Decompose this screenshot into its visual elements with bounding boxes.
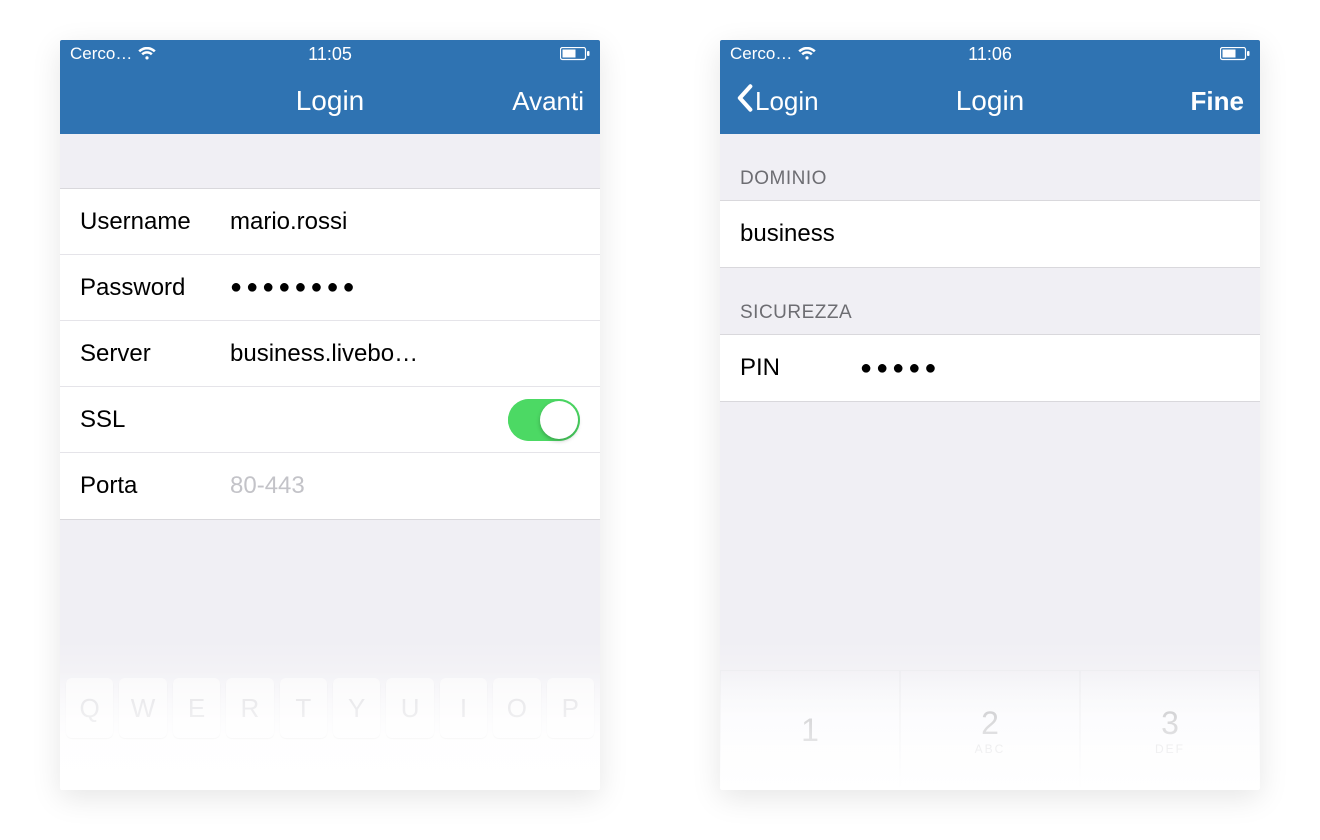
dominio-group: business xyxy=(720,200,1260,268)
port-label: Porta xyxy=(80,472,230,500)
numkey-3[interactable]: 3DEF xyxy=(1080,670,1260,790)
key-t[interactable]: T xyxy=(280,678,327,738)
phone-screen-login-domain: Cerco… 11:06 Login Login Fine DOMINIO bu… xyxy=(720,40,1260,790)
dominio-value: business xyxy=(740,220,1240,248)
server-row[interactable]: Server business.livebo… xyxy=(60,321,600,387)
ssl-row: SSL xyxy=(60,387,600,453)
key-e[interactable]: E xyxy=(173,678,220,738)
status-bar: Cerco… 11:05 xyxy=(60,40,600,68)
sicurezza-group: PIN ●●●●● xyxy=(720,334,1260,402)
port-placeholder: 80-443 xyxy=(230,472,580,500)
status-time: 11:05 xyxy=(60,44,600,65)
ssl-label: SSL xyxy=(80,406,230,434)
password-label: Password xyxy=(80,274,230,302)
nav-title: Login xyxy=(60,85,600,117)
form-body: Username mario.rossi Password ●●●●●●●● S… xyxy=(60,134,600,520)
key-w[interactable]: W xyxy=(119,678,166,738)
key-o[interactable]: O xyxy=(493,678,540,738)
key-y[interactable]: Y xyxy=(333,678,380,738)
key-u[interactable]: U xyxy=(386,678,433,738)
key-r[interactable]: R xyxy=(226,678,273,738)
key-q[interactable]: Q xyxy=(66,678,113,738)
phone-screen-login-basic: Cerco… 11:05 Login Avanti Username mario… xyxy=(60,40,600,790)
numkey-1[interactable]: 1 xyxy=(720,670,900,790)
status-time: 11:06 xyxy=(720,44,1260,65)
username-value: mario.rossi xyxy=(230,208,580,236)
server-value: business.livebo… xyxy=(230,340,580,368)
password-value: ●●●●●●●● xyxy=(230,276,580,299)
username-label: Username xyxy=(80,208,230,236)
nav-title: Login xyxy=(720,85,1260,117)
numkey-2[interactable]: 2ABC xyxy=(900,670,1080,790)
server-label: Server xyxy=(80,340,230,368)
pin-value: ●●●●● xyxy=(860,357,1240,380)
dominio-row[interactable]: business xyxy=(720,201,1260,267)
keyboard-numeric: 12ABC3DEF xyxy=(720,670,1260,790)
keyboard-qwerty: QWERTYUIOP xyxy=(60,670,600,790)
key-p[interactable]: P xyxy=(547,678,594,738)
form-body: DOMINIO business SICUREZZA PIN ●●●●● xyxy=(720,134,1260,402)
port-row[interactable]: Porta 80-443 xyxy=(60,453,600,519)
settings-group: Username mario.rossi Password ●●●●●●●● S… xyxy=(60,188,600,520)
section-header-dominio: DOMINIO xyxy=(720,134,1260,200)
nav-bar: Login Login Fine xyxy=(720,68,1260,134)
section-header-sicurezza: SICUREZZA xyxy=(720,268,1260,334)
password-row[interactable]: Password ●●●●●●●● xyxy=(60,255,600,321)
pin-row[interactable]: PIN ●●●●● xyxy=(720,335,1260,401)
status-bar: Cerco… 11:06 xyxy=(720,40,1260,68)
ssl-toggle[interactable] xyxy=(508,399,580,441)
pin-label: PIN xyxy=(740,354,860,382)
key-i[interactable]: I xyxy=(440,678,487,738)
username-row[interactable]: Username mario.rossi xyxy=(60,189,600,255)
nav-bar: Login Avanti xyxy=(60,68,600,134)
